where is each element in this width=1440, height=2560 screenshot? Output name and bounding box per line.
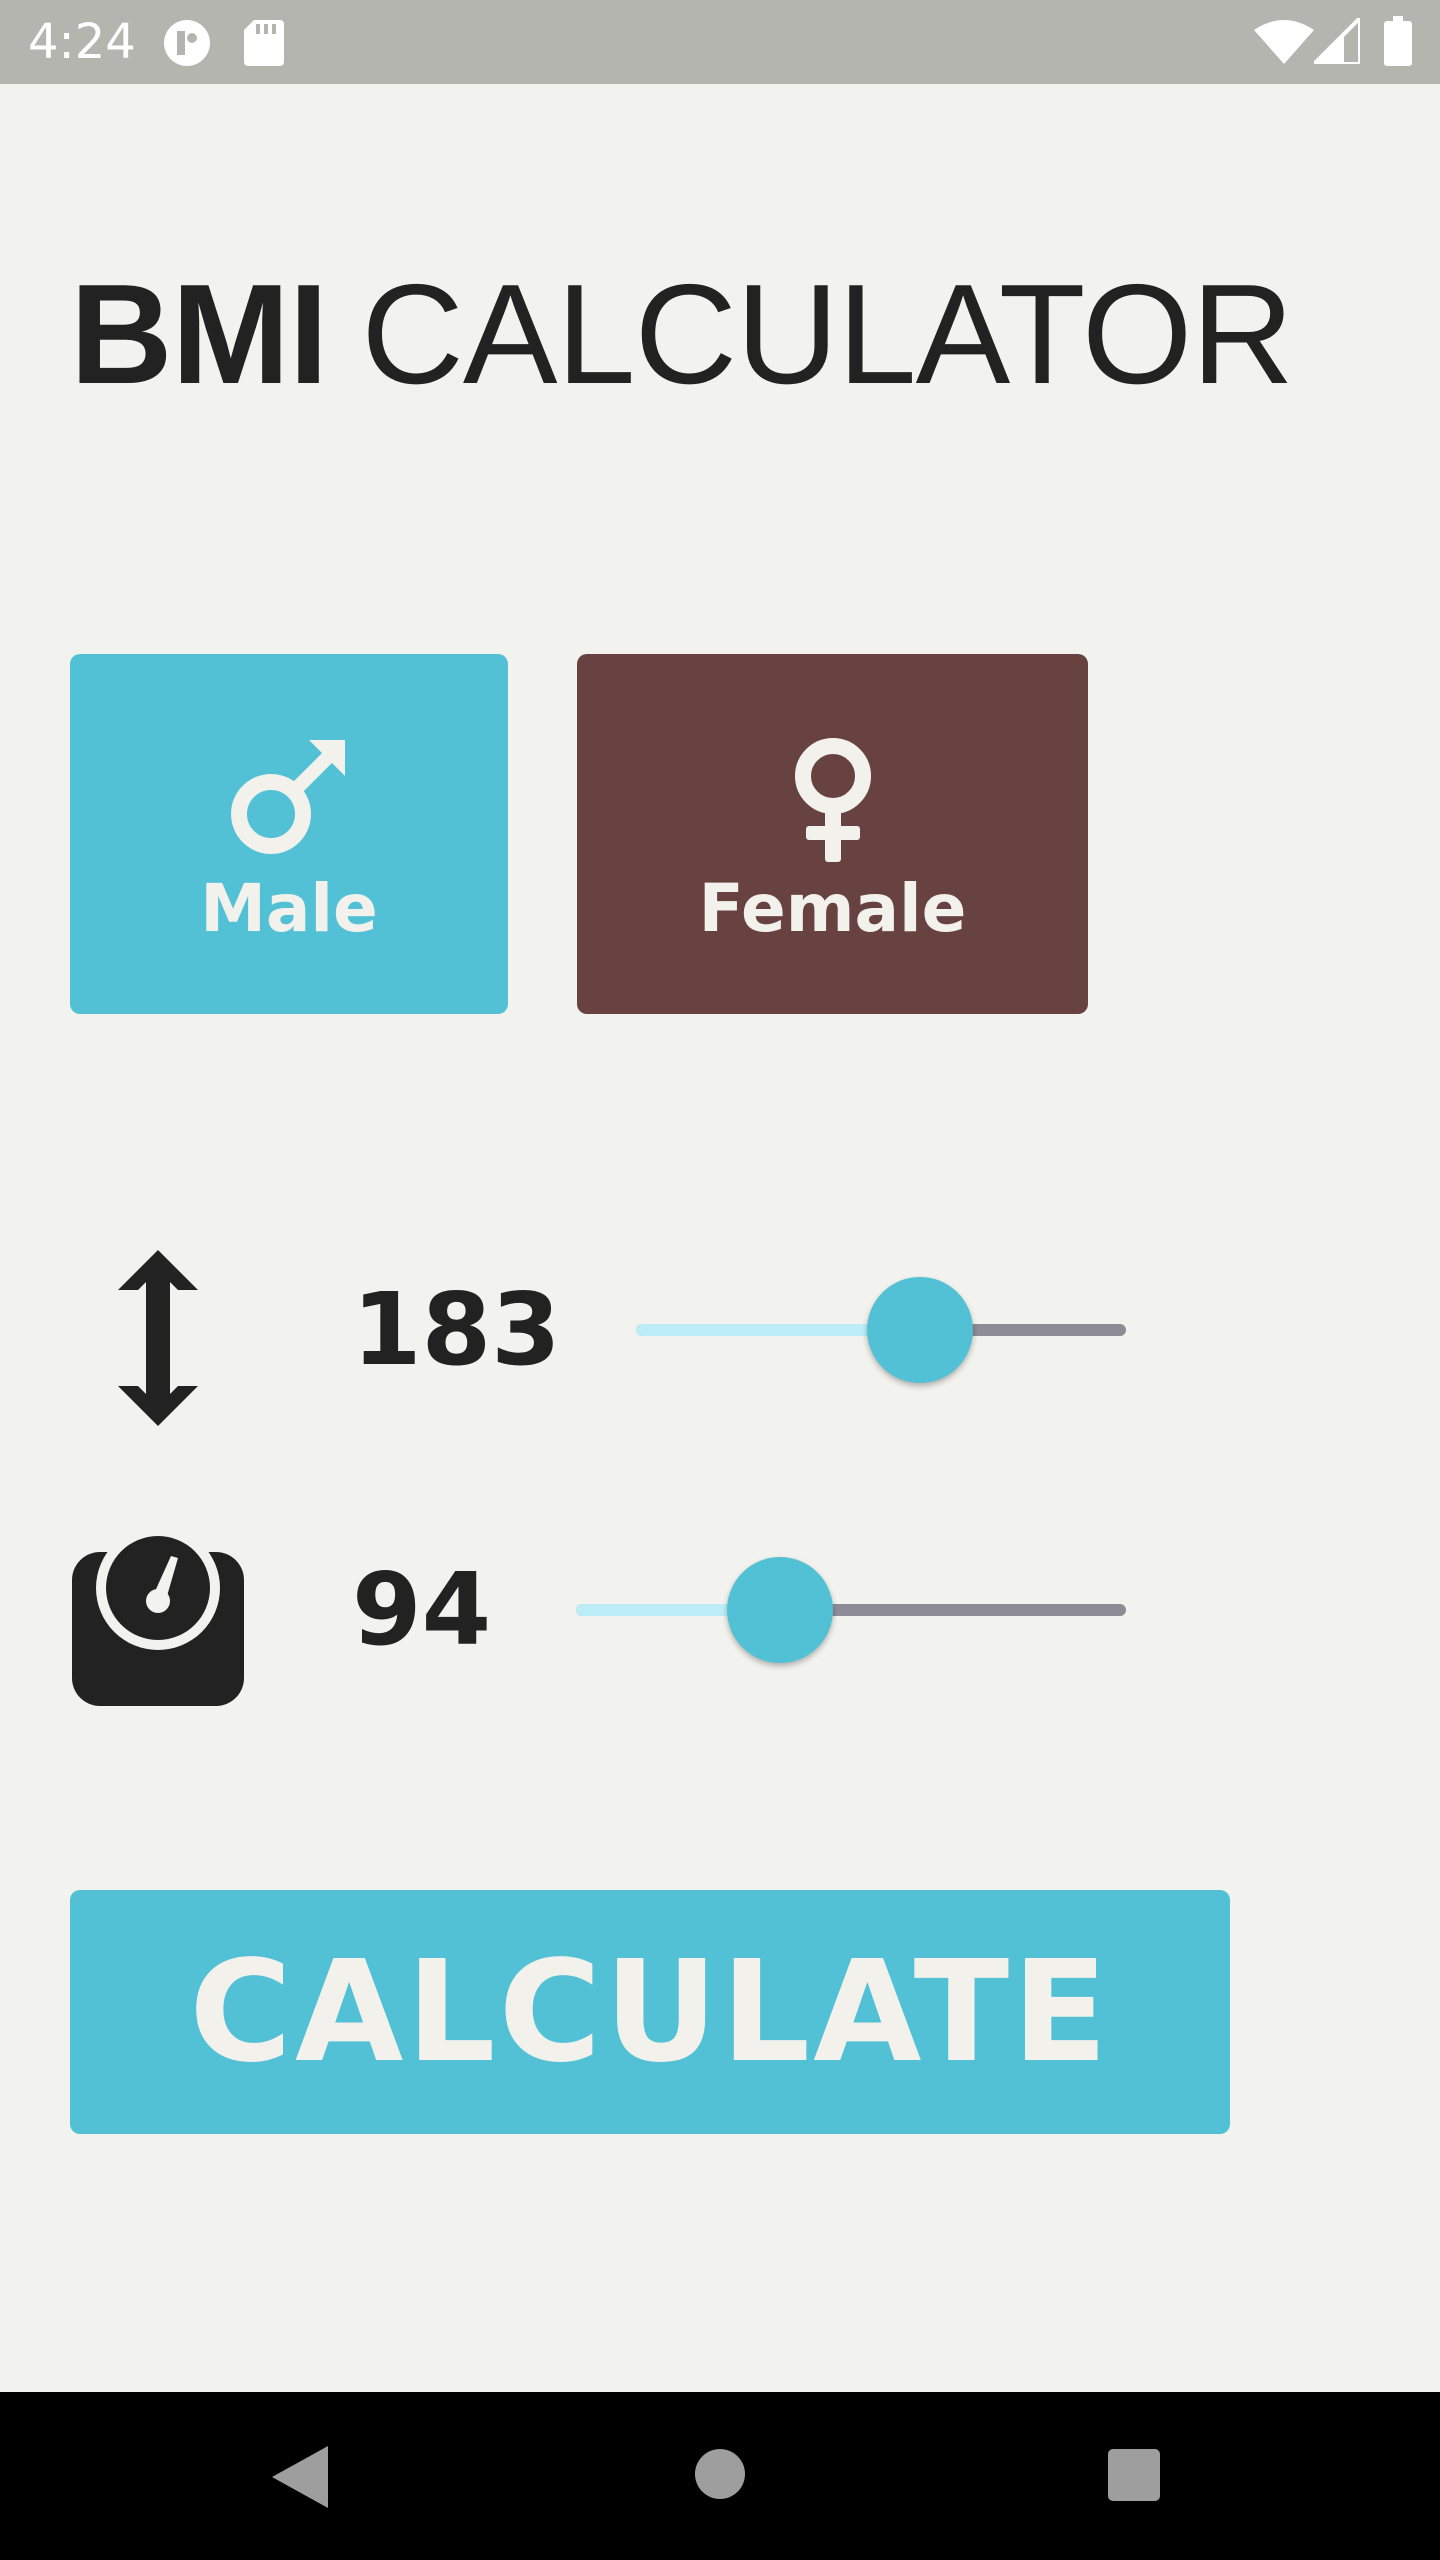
male-card[interactable]: Male xyxy=(70,654,508,1014)
wifi-icon xyxy=(1254,20,1314,64)
height-value: 183 xyxy=(352,1271,561,1388)
scale-icon xyxy=(72,1530,244,1706)
navigation-bar xyxy=(0,2392,1440,2560)
battery-icon xyxy=(1384,16,1412,66)
female-card[interactable]: Female xyxy=(577,654,1088,1014)
male-icon xyxy=(231,740,345,854)
recents-icon[interactable] xyxy=(1108,2449,1160,2501)
status-bar: 4:24 xyxy=(0,0,1440,84)
height-arrows-icon xyxy=(118,1250,198,1426)
male-label: Male xyxy=(200,870,378,947)
back-icon[interactable] xyxy=(272,2446,328,2508)
weight-slider[interactable] xyxy=(576,1557,1126,1663)
weight-slider-thumb[interactable] xyxy=(726,1557,833,1663)
height-slider[interactable] xyxy=(636,1277,1126,1383)
height-slider-thumb[interactable] xyxy=(867,1277,974,1383)
status-time: 4:24 xyxy=(28,14,136,70)
home-icon[interactable] xyxy=(694,2448,746,2500)
app-notification-icon xyxy=(164,20,210,66)
calculate-button[interactable]: CALCULATE xyxy=(70,1890,1230,2134)
female-label: Female xyxy=(698,870,967,947)
weight-value: 94 xyxy=(352,1551,492,1668)
page-title: BMI CALCULATOR xyxy=(70,255,1294,415)
title-bold: BMI xyxy=(70,255,328,414)
title-light: CALCULATOR xyxy=(361,255,1294,414)
signal-icon xyxy=(1314,18,1360,64)
sd-card-icon xyxy=(244,20,284,66)
female-icon xyxy=(794,738,871,862)
